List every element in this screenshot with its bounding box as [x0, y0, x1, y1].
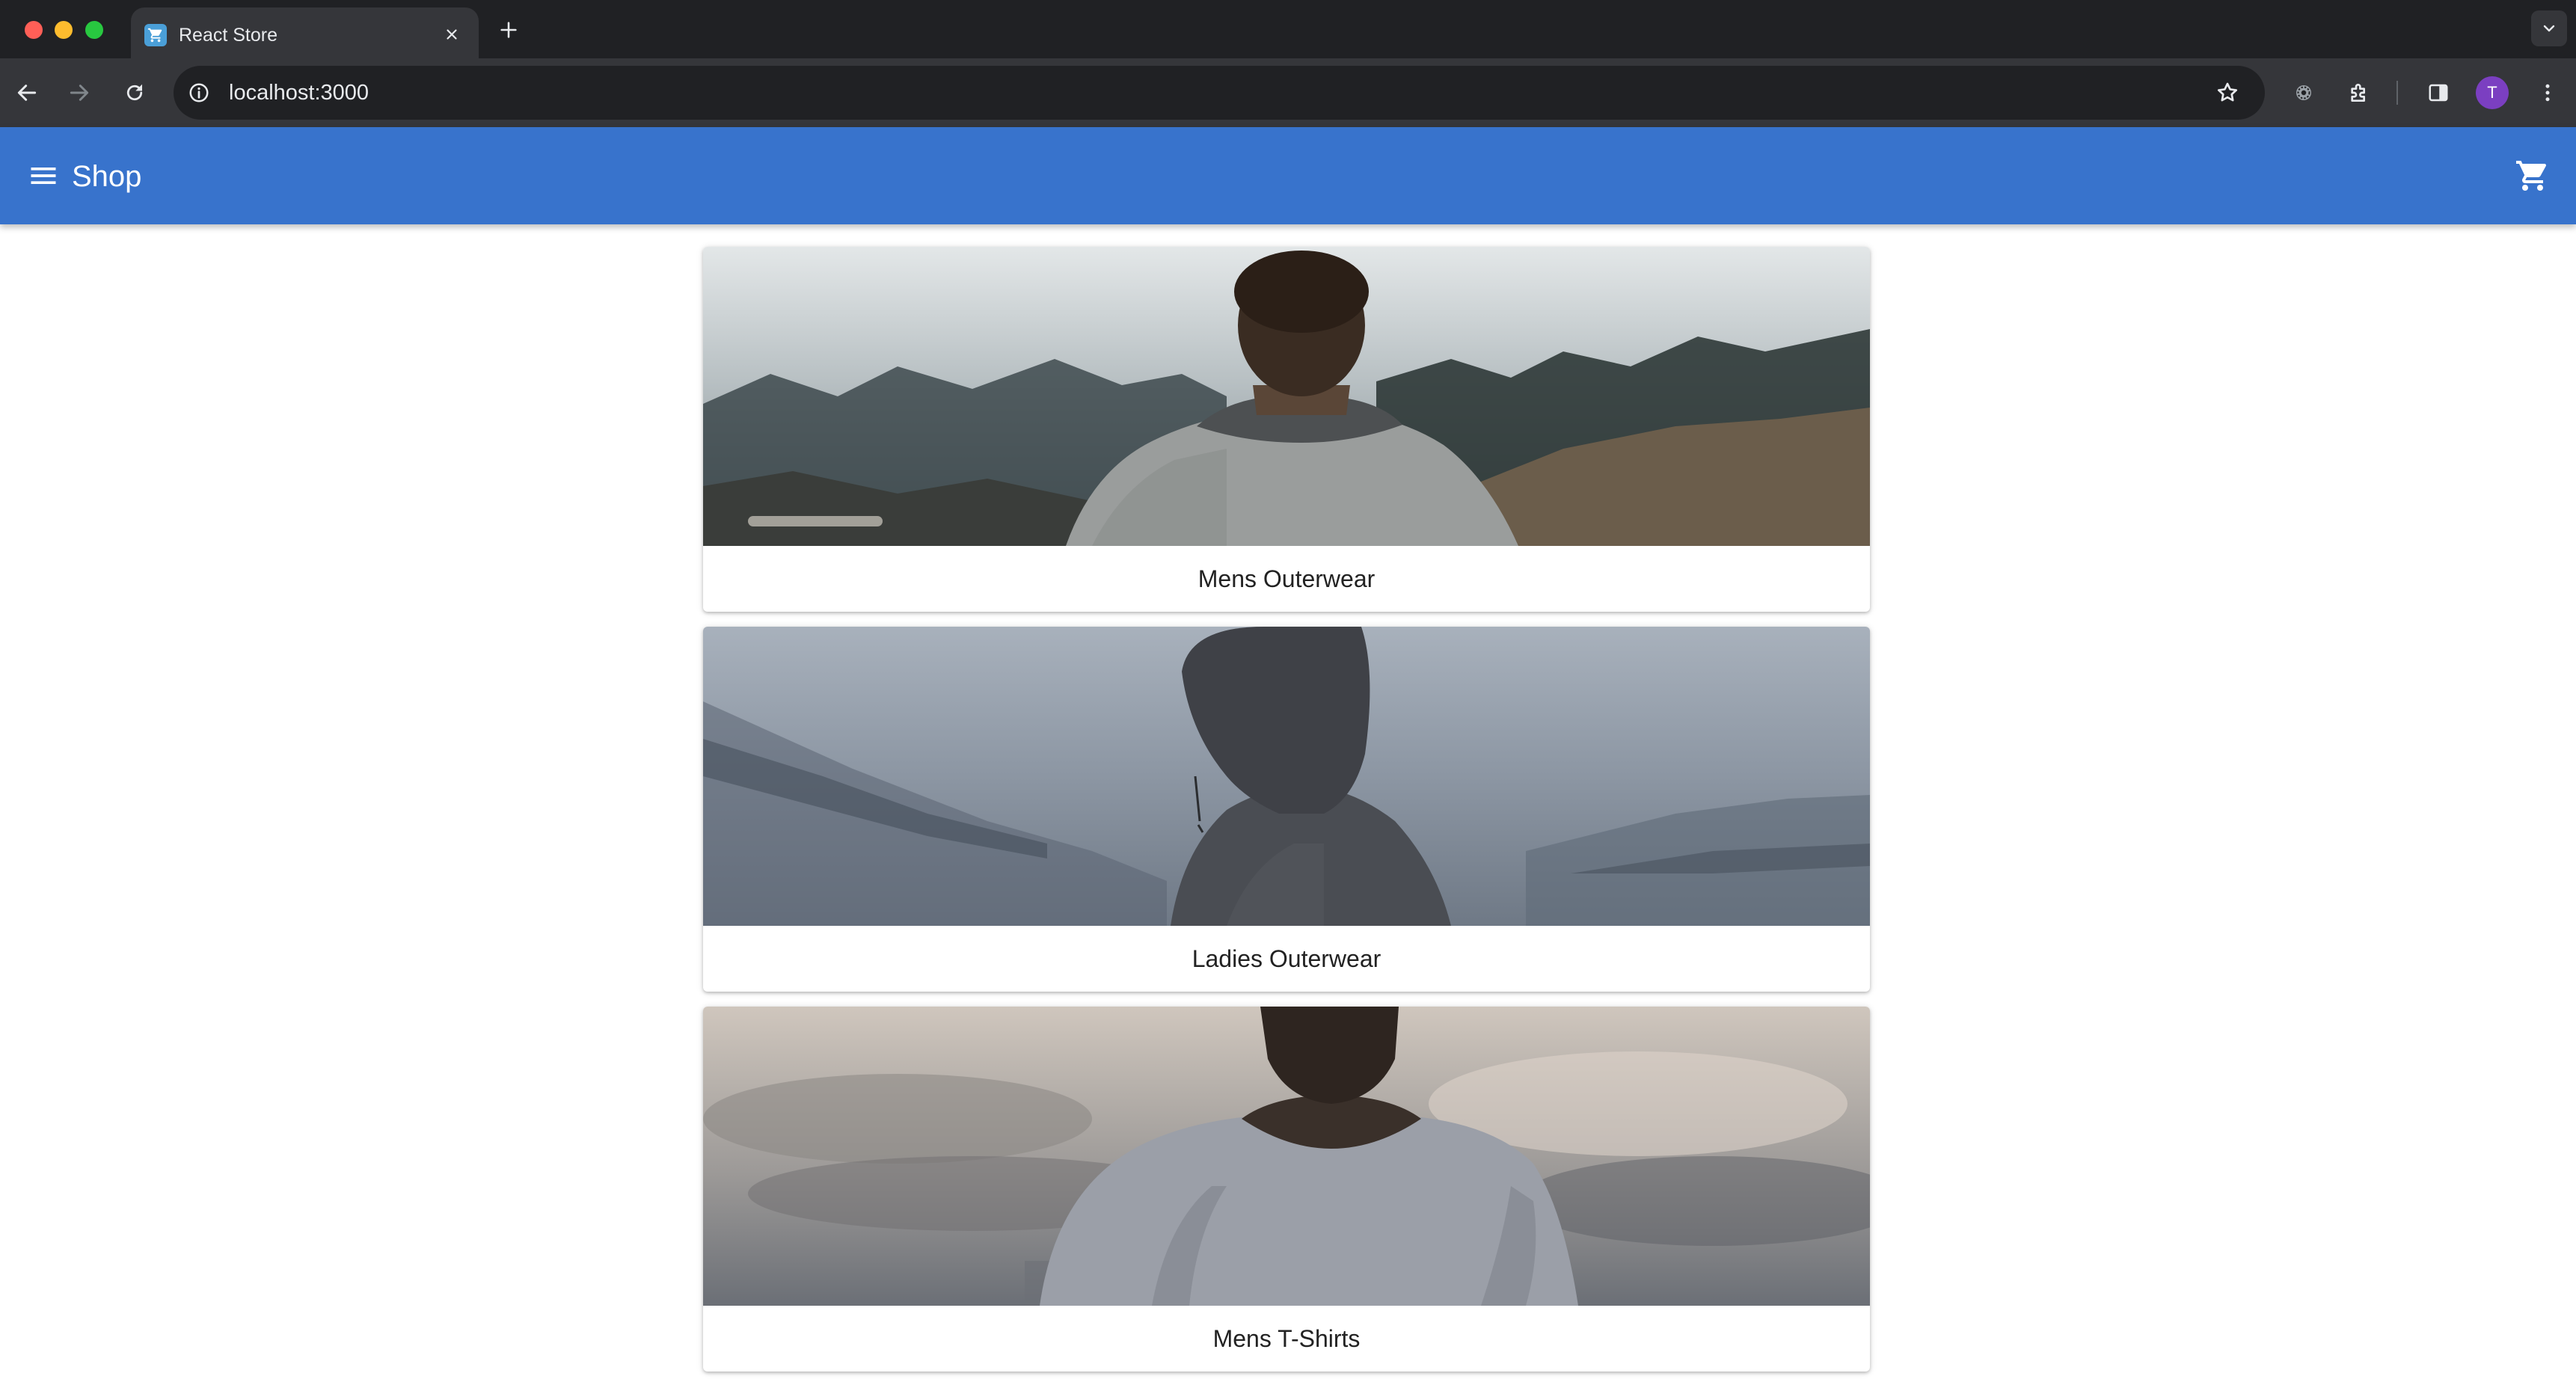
browser-tab-active[interactable]: React Store	[131, 7, 479, 58]
window-minimize-button[interactable]	[55, 21, 73, 39]
toolbar-divider	[2396, 81, 2398, 105]
browser-toolbar: localhost:3000 T	[0, 58, 2576, 127]
address-bar[interactable]: localhost:3000	[174, 66, 2265, 120]
url-text: localhost:3000	[229, 81, 369, 105]
category-label: Mens T-Shirts	[1212, 1325, 1361, 1352]
browser-tab-strip: React Store	[0, 0, 2576, 58]
kebab-menu-icon[interactable]	[2528, 73, 2567, 112]
tab-close-icon[interactable]	[438, 21, 465, 48]
category-list: Mens Outerwear Ladies Outerwear Mens T-S…	[0, 224, 2576, 1379]
tab-title: React Store	[179, 25, 278, 46]
side-panel-icon[interactable]	[2419, 73, 2458, 112]
window-zoom-button[interactable]	[85, 21, 103, 39]
category-image-mens-t-shirts	[703, 1007, 1870, 1306]
reload-icon[interactable]	[117, 75, 153, 111]
forward-arrow-icon[interactable]	[61, 75, 97, 111]
extensions-puzzle-icon[interactable]	[2340, 73, 2379, 112]
category-card-mens-outerwear[interactable]: Mens Outerwear	[703, 247, 1870, 612]
category-card-mens-t-shirts[interactable]: Mens T-Shirts	[703, 1007, 1870, 1372]
app-header: Shop	[0, 127, 2576, 224]
bookmark-star-icon[interactable]	[2211, 76, 2244, 109]
tab-search-chevron-icon[interactable]	[2531, 10, 2567, 46]
cart-favicon-icon	[144, 24, 167, 46]
site-info-icon[interactable]	[184, 78, 214, 108]
shopping-cart-icon[interactable]	[2509, 152, 2557, 200]
category-image-ladies-outerwear	[703, 627, 1870, 926]
category-image-mens-outerwear	[703, 247, 1870, 546]
window-close-button[interactable]	[25, 21, 43, 39]
app-title: Shop	[72, 160, 142, 193]
profile-avatar[interactable]: T	[2476, 76, 2509, 109]
category-card-ladies-outerwear[interactable]: Ladies Outerwear	[703, 627, 1870, 992]
menu-icon[interactable]	[22, 155, 64, 197]
category-label: Ladies Outerwear	[1192, 945, 1381, 972]
extension-gear-icon[interactable]	[2284, 73, 2323, 112]
new-tab-plus-icon[interactable]	[494, 15, 524, 45]
category-label: Mens Outerwear	[1197, 565, 1376, 592]
back-arrow-icon[interactable]	[9, 75, 45, 111]
